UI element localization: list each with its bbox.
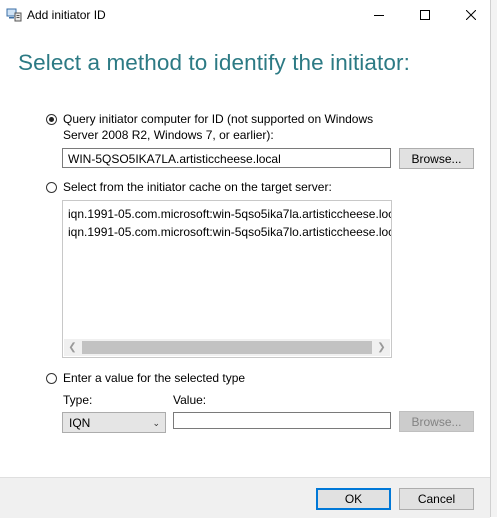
type-select-value: IQN	[69, 416, 91, 430]
minimize-button[interactable]	[356, 0, 402, 30]
horizontal-scrollbar[interactable]: ❮ ❯	[64, 339, 390, 356]
initiator-cache-list[interactable]: iqn.1991-05.com.microsoft:win-5qso5ika7l…	[62, 200, 392, 358]
value-label: Value:	[173, 393, 207, 407]
value-input[interactable]	[173, 412, 391, 429]
chevron-down-icon: ⌄	[152, 418, 160, 428]
minimize-icon	[374, 15, 384, 16]
query-initiator-radio[interactable]	[46, 114, 57, 125]
type-select[interactable]: IQN ⌄	[62, 412, 166, 433]
app-icon	[6, 8, 22, 22]
enter-value-radio[interactable]	[46, 373, 57, 384]
scroll-thumb[interactable]	[82, 341, 372, 354]
scroll-right-icon[interactable]: ❯	[373, 339, 390, 356]
query-initiator-label-line2: Server 2008 R2, Windows 7, or earlier):	[63, 128, 274, 142]
list-item[interactable]: iqn.1991-05.com.microsoft:win-5qso5ika7l…	[68, 207, 391, 221]
list-item[interactable]: iqn.1991-05.com.microsoft:win-5qso5ika7l…	[68, 225, 391, 239]
maximize-button[interactable]	[402, 0, 448, 30]
enter-value-label: Enter a value for the selected type	[63, 371, 246, 385]
window-edge	[490, 0, 497, 517]
manual-browse-button[interactable]: Browse...	[399, 411, 474, 432]
computer-name-input[interactable]: WIN-5QSO5IKA7LA.artisticcheese.local	[62, 148, 391, 168]
close-icon	[466, 10, 476, 20]
query-initiator-label-line1: Query initiator computer for ID (not sup…	[63, 112, 374, 126]
title-bar: Add initiator ID	[0, 0, 490, 30]
page-title: Select a method to identify the initiato…	[18, 50, 410, 75]
query-browse-button[interactable]: Browse...	[399, 148, 474, 169]
cancel-button[interactable]: Cancel	[399, 488, 474, 510]
close-button[interactable]	[448, 0, 494, 30]
ok-button[interactable]: OK	[316, 488, 391, 510]
scroll-left-icon[interactable]: ❮	[64, 339, 81, 356]
maximize-icon	[420, 10, 430, 20]
window-title: Add initiator ID	[27, 8, 106, 22]
initiator-cache-label: Select from the initiator cache on the t…	[63, 180, 332, 194]
initiator-cache-radio[interactable]	[46, 182, 57, 193]
type-label: Type:	[63, 393, 93, 407]
